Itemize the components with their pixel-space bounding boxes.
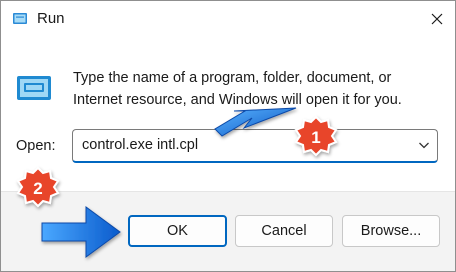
open-input[interactable] bbox=[82, 130, 402, 160]
run-dialog: Run Type the name of a program, folder, … bbox=[0, 0, 456, 272]
run-icon bbox=[17, 76, 51, 100]
window-title: Run bbox=[37, 10, 65, 27]
open-label: Open: bbox=[16, 138, 56, 154]
title-bar[interactable]: Run bbox=[1, 1, 455, 37]
description-text: Type the name of a program, folder, docu… bbox=[73, 67, 433, 111]
dialog-body bbox=[1, 37, 455, 191]
cancel-button[interactable]: Cancel bbox=[235, 215, 333, 247]
browse-button[interactable]: Browse... bbox=[342, 215, 440, 247]
ok-button[interactable]: OK bbox=[128, 215, 227, 247]
dialog-footer: OK Cancel Browse... bbox=[1, 191, 455, 271]
close-button[interactable] bbox=[419, 1, 455, 37]
description-line-1: Type the name of a program, folder, docu… bbox=[73, 70, 392, 86]
run-app-icon bbox=[13, 13, 27, 24]
chevron-down-icon[interactable] bbox=[417, 138, 431, 152]
description-line-2: Internet resource, and Windows will open… bbox=[73, 92, 402, 108]
open-combobox[interactable] bbox=[72, 129, 438, 163]
close-icon bbox=[431, 13, 443, 25]
